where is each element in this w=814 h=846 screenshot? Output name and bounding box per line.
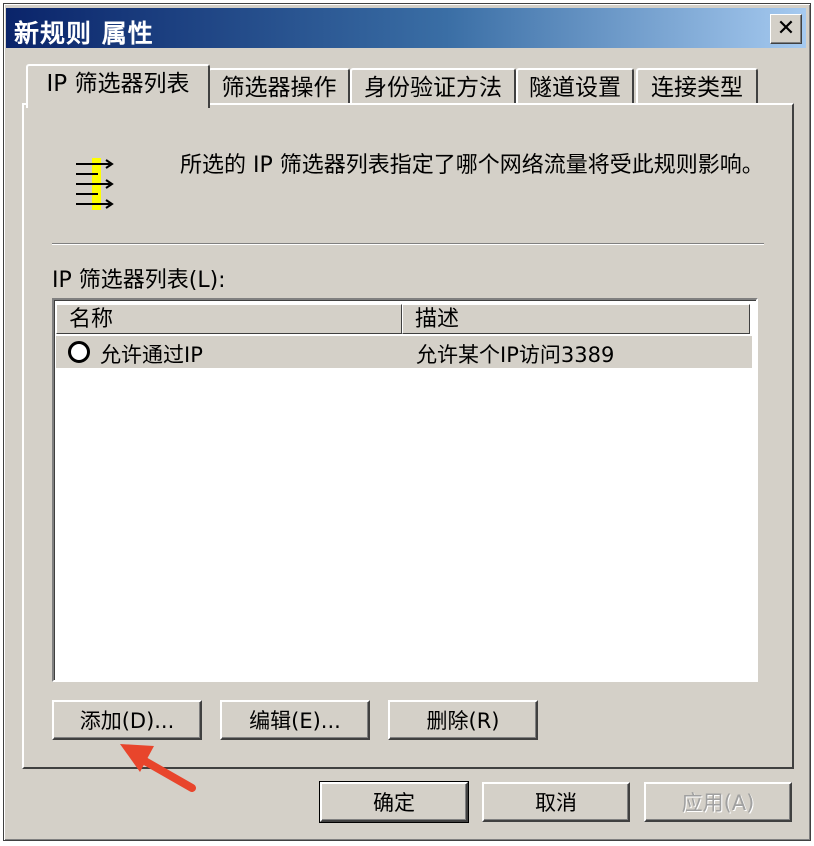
annotation-arrow-icon <box>120 744 196 792</box>
filter-list-icon <box>76 158 114 210</box>
tab-connection-type[interactable]: 连接类型 <box>636 68 758 106</box>
tab-label: 连接类型 <box>651 75 743 101</box>
delete-button[interactable]: 删除(R) <box>388 700 538 740</box>
tab-tunnel-settings[interactable]: 隧道设置 <box>516 68 634 106</box>
radio-unselected-icon[interactable] <box>68 341 90 363</box>
table-row[interactable]: 允许通过IP 允许某个IP访问3389 <box>56 336 752 368</box>
edit-button[interactable]: 编辑(E)... <box>220 700 370 740</box>
tab-ip-filter-list[interactable]: IP 筛选器列表 <box>26 64 210 108</box>
cancel-button[interactable]: 取消 <box>482 782 630 822</box>
tab-label: 身份验证方法 <box>364 75 502 101</box>
row-name: 允许通过IP <box>100 343 203 367</box>
title-bar: 新规则 属性 <box>6 8 806 48</box>
filter-listview[interactable]: 名称 描述 允许通过IP 允许某个IP访问3389 <box>52 298 758 682</box>
column-header-name[interactable]: 名称 <box>56 304 402 334</box>
ok-button[interactable]: 确定 <box>319 781 469 823</box>
tab-label: IP 筛选器列表 <box>46 71 190 97</box>
close-button[interactable]: ✕ <box>770 14 802 44</box>
column-header-description[interactable]: 描述 <box>402 304 750 334</box>
tab-authentication-methods[interactable]: 身份验证方法 <box>350 68 516 106</box>
apply-button[interactable]: 应用(A) <box>644 782 792 822</box>
close-icon: ✕ <box>776 16 796 41</box>
row-description: 允许某个IP访问3389 <box>416 343 615 367</box>
add-button[interactable]: 添加(D)... <box>52 700 202 740</box>
tab-filter-action[interactable]: 筛选器操作 <box>208 68 350 106</box>
separator <box>52 243 764 245</box>
window-title: 新规则 属性 <box>14 19 154 48</box>
filter-list-label: IP 筛选器列表(L): <box>52 268 226 293</box>
tab-label: 筛选器操作 <box>221 75 337 101</box>
info-description: 所选的 IP 筛选器列表指定了哪个网络流量将受此规则影响。 <box>180 153 764 178</box>
tab-label: 隧道设置 <box>529 75 621 101</box>
